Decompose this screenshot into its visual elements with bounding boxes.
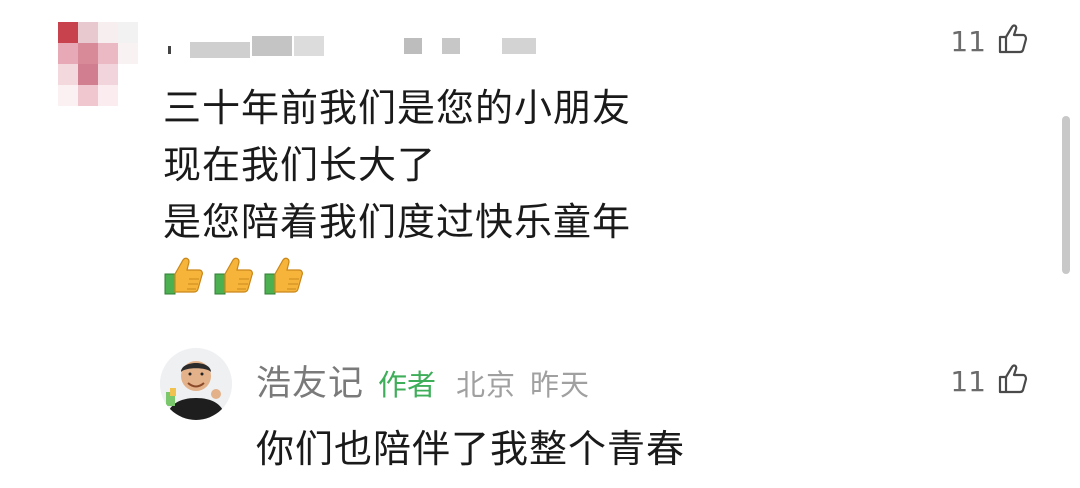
thumbs-up-outline-icon bbox=[996, 362, 1030, 400]
reply-time: 昨天 bbox=[530, 368, 591, 402]
author-name[interactable]: 浩友记 bbox=[256, 355, 364, 406]
reply-like-button[interactable]: 11 bbox=[950, 362, 1030, 400]
comment-thread: 11 三十年前我们是您的小朋友 现在我们长大了 是您陪着我们度过快乐童年 浩友记… bbox=[0, 0, 1080, 488]
author-badge: 作者 bbox=[378, 368, 437, 402]
comment-body: 三十年前我们是您的小朋友 现在我们长大了 是您陪着我们度过快乐童年 bbox=[163, 80, 631, 251]
thumbs-up-icon bbox=[213, 254, 257, 298]
reply-header: 浩友记 作者 北京 昨天 bbox=[256, 355, 590, 406]
scrollbar-thumb[interactable] bbox=[1062, 116, 1070, 274]
reply-like-count: 11 bbox=[950, 364, 986, 398]
comment-line: 三十年前我们是您的小朋友 bbox=[163, 86, 632, 130]
commenter-avatar[interactable] bbox=[58, 22, 138, 106]
thumbs-up-outline-icon bbox=[996, 22, 1030, 60]
reply-location: 北京 bbox=[456, 368, 517, 402]
thumbs-up-icon bbox=[163, 254, 207, 298]
thumbs-up-icon bbox=[263, 254, 307, 298]
reply-body: 你们也陪伴了我整个青春 bbox=[256, 427, 686, 471]
comment-like-count: 11 bbox=[950, 24, 986, 58]
commenter-name-redacted[interactable] bbox=[168, 36, 548, 58]
comment-like-button[interactable]: 11 bbox=[950, 22, 1030, 60]
author-avatar[interactable] bbox=[160, 348, 232, 420]
emoji-row bbox=[163, 254, 307, 298]
comment-line: 现在我们长大了 bbox=[163, 143, 437, 187]
comment-line: 是您陪着我们度过快乐童年 bbox=[163, 200, 632, 244]
